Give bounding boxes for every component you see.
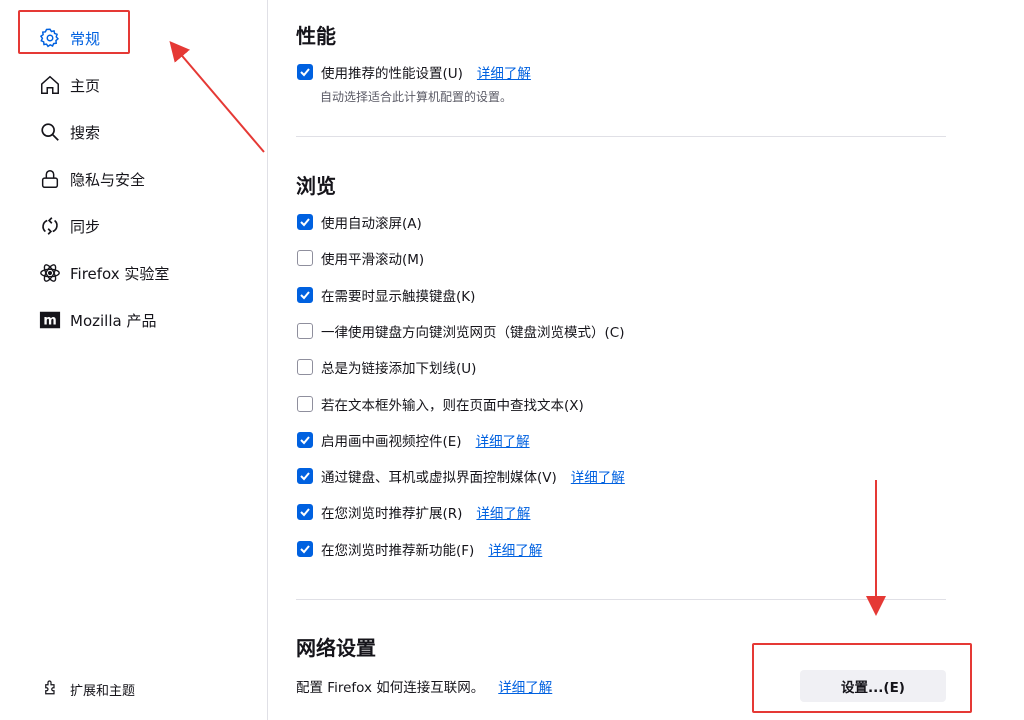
checkbox[interactable]: [297, 504, 313, 521]
sidebar-item-firefox-labs[interactable]: Firefox 实验室: [38, 257, 169, 289]
sidebar: 常规 主页 搜索 隐私与安全 同步 Firefox 实验室 m Mozilla …: [0, 0, 268, 720]
checkbox[interactable]: [297, 64, 313, 80]
checkbox-label: 在需要时显示触摸键盘(K): [321, 288, 476, 305]
sidebar-footer-label: 扩展和主题: [70, 683, 136, 699]
checkbox-row[interactable]: 启用画中画视频控件(E) 详细了解: [297, 429, 530, 451]
checkbox-label: 在您浏览时推荐新功能(F): [321, 542, 475, 559]
checkbox[interactable]: [297, 286, 313, 303]
checkbox-label: 使用推荐的性能设置(U): [321, 66, 463, 82]
checkbox-label: 总是为链接添加下划线(U): [321, 361, 477, 378]
section-divider: [296, 136, 946, 137]
checkbox[interactable]: [297, 395, 313, 412]
sidebar-item-label: 搜索: [70, 123, 101, 142]
sidebar-item-search[interactable]: 搜索: [38, 116, 100, 148]
sidebar-item-label: 常规: [70, 29, 101, 48]
search-icon: [38, 120, 62, 144]
lock-icon: [38, 167, 62, 191]
sidebar-item-label: Mozilla 产品: [70, 311, 157, 330]
checkbox[interactable]: [297, 540, 313, 557]
checkbox[interactable]: [297, 431, 313, 448]
mozilla-logo-icon: m: [38, 308, 62, 332]
sidebar-footer-extensions[interactable]: 扩展和主题: [42, 678, 135, 700]
checkbox-label: 通过键盘、耳机或虚拟界面控制媒体(V): [321, 470, 557, 487]
learn-more-link[interactable]: 详细了解: [476, 502, 530, 522]
sidebar-item-label: 主页: [70, 76, 101, 95]
sidebar-item-sync[interactable]: 同步: [38, 210, 100, 242]
learn-more-link[interactable]: 详细了解: [571, 466, 625, 486]
svg-text:m: m: [43, 314, 56, 329]
sync-icon: [38, 214, 62, 238]
learn-more-link[interactable]: 详细了解: [498, 676, 552, 696]
sidebar-item-home[interactable]: 主页: [38, 69, 100, 101]
performance-description: 自动选择适合此计算机配置的设置。: [320, 90, 513, 104]
checkbox-label: 在您浏览时推荐扩展(R): [321, 506, 463, 523]
checkbox-label: 使用平滑滚动(M): [321, 252, 425, 269]
checkbox-label: 使用自动滚屏(A): [321, 216, 422, 232]
section-divider: [296, 599, 946, 600]
sidebar-item-general[interactable]: 常规: [38, 22, 100, 54]
home-icon: [38, 73, 62, 97]
network-description-row: 配置 Firefox 如何连接互联网。 详细了解: [296, 676, 552, 696]
gear-icon: [38, 26, 62, 50]
flask-atom-icon: [38, 261, 62, 285]
puzzle-icon: [42, 678, 60, 700]
checkbox-row[interactable]: 总是为链接添加下划线(U): [297, 356, 476, 378]
section-title-performance: 性能: [296, 24, 336, 48]
annotation-highlight-box: [752, 643, 972, 713]
sidebar-item-privacy[interactable]: 隐私与安全: [38, 163, 145, 195]
sidebar-item-label: Firefox 实验室: [70, 264, 170, 283]
learn-more-link[interactable]: 详细了解: [477, 62, 531, 82]
checkbox[interactable]: [297, 468, 313, 485]
checkbox-label: 一律使用键盘方向键浏览网页（键盘浏览模式）(C): [321, 324, 625, 341]
checkbox-row[interactable]: 使用自动滚屏(A): [297, 211, 422, 233]
network-description: 配置 Firefox 如何连接互联网。: [296, 680, 485, 696]
learn-more-link[interactable]: 详细了解: [476, 430, 530, 450]
checkbox-row[interactable]: 若在文本框外输入，则在页面中查找文本(X): [297, 393, 584, 415]
checkbox-row[interactable]: 通过键盘、耳机或虚拟界面控制媒体(V) 详细了解: [297, 465, 625, 487]
sidebar-item-label: 隐私与安全: [70, 170, 146, 189]
checkbox-row[interactable]: 在需要时显示触摸键盘(K): [297, 284, 475, 306]
section-title-network: 网络设置: [296, 636, 376, 660]
checkbox[interactable]: [297, 250, 313, 267]
checkbox-label: 启用画中画视频控件(E): [321, 433, 462, 450]
checkbox-row[interactable]: 使用平滑滚动(M): [297, 247, 424, 269]
checkbox[interactable]: [297, 214, 313, 230]
checkbox-row[interactable]: 在您浏览时推荐扩展(R) 详细了解: [297, 501, 530, 523]
checkbox-row[interactable]: 一律使用键盘方向键浏览网页（键盘浏览模式）(C): [297, 320, 624, 342]
checkbox-row-performance[interactable]: 使用推荐的性能设置(U) 详细了解: [297, 61, 531, 83]
sidebar-item-label: 同步: [70, 217, 101, 236]
learn-more-link[interactable]: 详细了解: [488, 539, 542, 559]
checkbox[interactable]: [297, 359, 313, 376]
checkbox-label: 若在文本框外输入，则在页面中查找文本(X): [321, 397, 584, 414]
section-title-browsing: 浏览: [296, 174, 336, 198]
sidebar-item-mozilla-products[interactable]: m Mozilla 产品: [38, 304, 156, 336]
checkbox[interactable]: [297, 322, 313, 339]
checkbox-row[interactable]: 在您浏览时推荐新功能(F) 详细了解: [297, 538, 542, 560]
